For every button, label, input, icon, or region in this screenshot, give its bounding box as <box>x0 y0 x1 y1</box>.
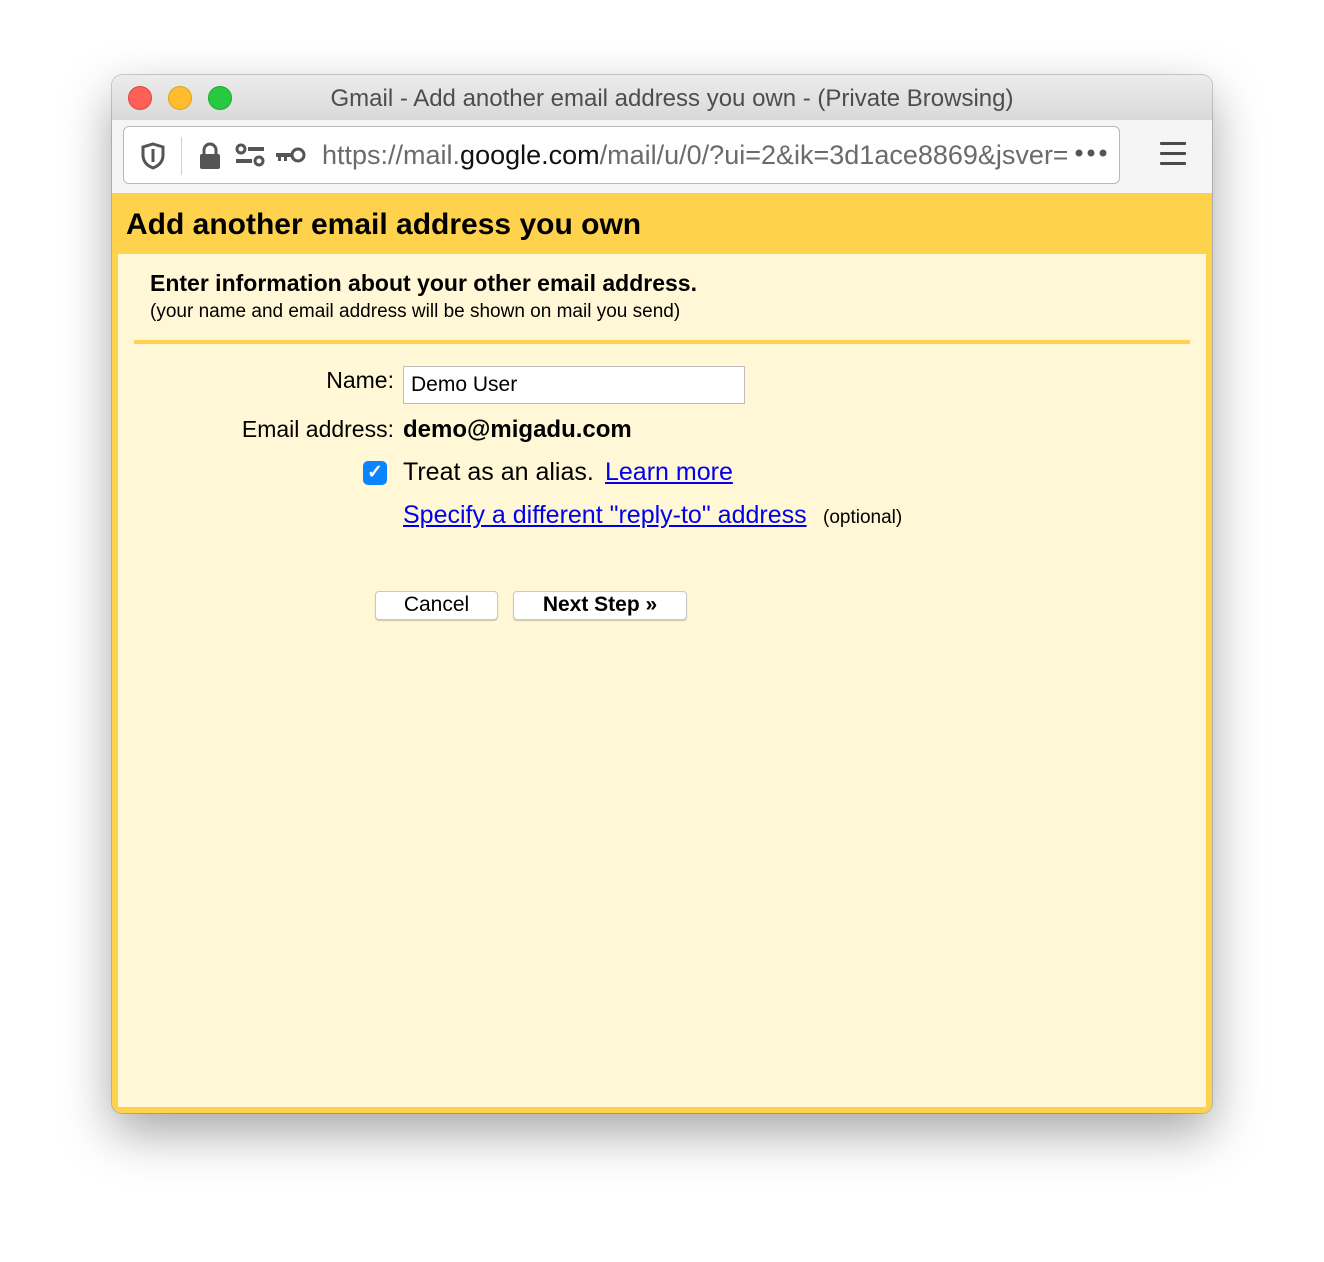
optional-note: (optional) <box>823 507 903 528</box>
lock-icon[interactable] <box>198 142 222 175</box>
window-title: Gmail - Add another email address you ow… <box>330 85 1014 112</box>
email-label: Email address: <box>241 416 394 442</box>
section-divider <box>134 340 1190 344</box>
url-domain: google.com <box>460 140 600 170</box>
dialog-title: Add another email address you own <box>126 208 642 241</box>
cancel-button[interactable]: Cancel <box>375 591 498 620</box>
next-step-button[interactable]: Next Step » <box>513 591 687 620</box>
menu-icon[interactable] <box>1160 142 1186 172</box>
permissions-icon[interactable] <box>234 142 266 175</box>
name-label: Name: <box>326 367 394 393</box>
url-text[interactable]: https://mail.google.com/mail/u/0/?ui=2&i… <box>322 140 1067 171</box>
name-input[interactable] <box>403 366 745 404</box>
alias-label[interactable]: Treat as an alias. <box>403 458 594 487</box>
shield-icon[interactable] <box>140 142 166 175</box>
reply-to-link[interactable]: Specify a different "reply-to" address <box>403 501 807 530</box>
browser-toolbar: https://mail.google.com/mail/u/0/?ui=2&i… <box>112 120 1212 194</box>
address-bar[interactable]: https://mail.google.com/mail/u/0/?ui=2&i… <box>123 126 1120 184</box>
page-content: Add another email address you own Enter … <box>112 194 1212 1113</box>
key-icon[interactable] <box>274 142 308 175</box>
alias-checkbox[interactable]: ✓ <box>363 461 387 485</box>
email-value: demo@migadu.com <box>403 416 632 443</box>
checkmark-icon: ✓ <box>367 462 383 483</box>
intro-subtitle: (your name and email address will be sho… <box>150 301 681 322</box>
intro-title: Enter information about your other email… <box>150 270 697 296</box>
learn-more-link[interactable]: Learn more <box>605 458 733 487</box>
title-bar: Gmail - Add another email address you ow… <box>112 75 1212 121</box>
form-panel: Enter information about your other email… <box>118 254 1206 1107</box>
url-path: /mail/u/0/?ui=2&ik=3d1ace8869&jsver= <box>599 140 1067 170</box>
url-prefix: https://mail. <box>322 140 461 170</box>
address-bar-separator <box>181 137 182 175</box>
browser-window: Gmail - Add another email address you ow… <box>112 75 1212 1113</box>
page-actions-icon[interactable] <box>1074 145 1108 163</box>
